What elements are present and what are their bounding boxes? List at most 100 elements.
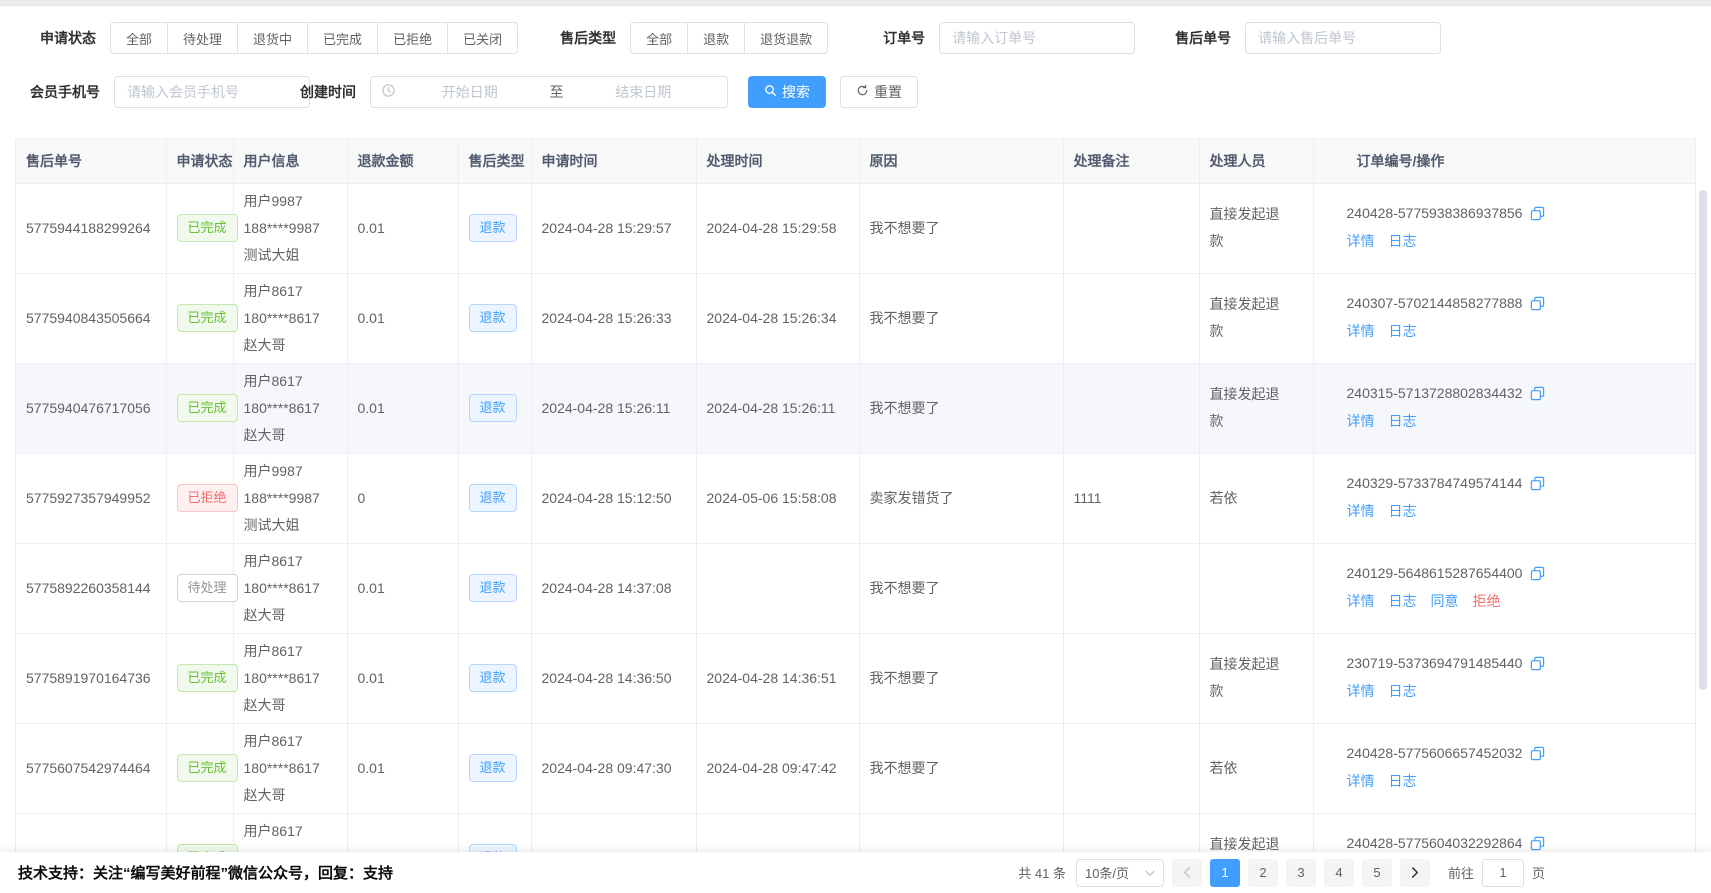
action-link-日志[interactable]: 日志 — [1389, 231, 1417, 251]
status-filter-option[interactable]: 已完成 — [307, 22, 378, 54]
col-handle-time: 处理时间 — [696, 139, 859, 183]
cell-aftersale-no — [16, 813, 166, 852]
action-link-详情[interactable]: 详情 — [1347, 681, 1375, 701]
action-link-日志[interactable]: 日志 — [1389, 771, 1417, 791]
action-link-详情[interactable]: 详情 — [1347, 411, 1375, 431]
action-link-同意[interactable]: 同意 — [1431, 591, 1459, 611]
copy-icon[interactable] — [1530, 476, 1545, 491]
copy-icon[interactable] — [1530, 206, 1545, 221]
action-link-详情[interactable]: 详情 — [1347, 591, 1375, 611]
copy-icon[interactable] — [1530, 296, 1545, 311]
row-action-links: 详情日志同意拒绝 — [1347, 590, 1687, 612]
cell-apply-time: 2024-04-28 15:26:33 — [531, 273, 696, 363]
type-badge: 退款 — [469, 754, 517, 782]
start-date-input[interactable]: 开始日期 — [396, 82, 544, 102]
cell-aftersale-no: 5775944188299264 — [16, 183, 166, 273]
page-size-select[interactable]: 10条/页 — [1076, 859, 1164, 887]
status-filter-label: 申请状态 — [40, 28, 96, 48]
status-filter-option[interactable]: 待处理 — [167, 22, 238, 54]
handler-text: 直接发起退款 — [1210, 201, 1286, 255]
table-row: 5775940476717056已完成用户8617180****8617赵大哥0… — [16, 363, 1696, 453]
next-page-button[interactable] — [1400, 859, 1430, 887]
cell-reason: 我不想要了 — [859, 723, 1063, 813]
end-date-input[interactable]: 结束日期 — [570, 82, 718, 102]
action-link-日志[interactable]: 日志 — [1389, 501, 1417, 521]
action-link-详情[interactable]: 详情 — [1347, 501, 1375, 521]
copy-icon[interactable] — [1530, 566, 1545, 581]
user-info-line: 用户8617 — [244, 278, 337, 305]
status-badge: 已完成 — [177, 754, 238, 782]
action-link-日志[interactable]: 日志 — [1389, 591, 1417, 611]
col-status: 申请状态 — [166, 139, 233, 183]
cell-handle-time: 2024-04-28 15:29:58 — [696, 183, 859, 273]
col-order-actions: 订单编号/操作 — [1313, 139, 1696, 183]
row-action-links: 详情日志 — [1347, 320, 1687, 342]
table-scrollbar[interactable] — [1699, 190, 1707, 690]
action-link-日志[interactable]: 日志 — [1389, 411, 1417, 431]
order-number: 240428-5775604032292864 — [1347, 835, 1523, 851]
cell-handle-time: 2024-04-28 15:26:34 — [696, 273, 859, 363]
reset-button[interactable]: 重置 — [840, 76, 918, 108]
member-phone-label: 会员手机号 — [30, 82, 100, 102]
handler-text: 若依 — [1210, 485, 1286, 512]
action-link-详情[interactable]: 详情 — [1347, 231, 1375, 251]
user-info-lines: 用户8617180****8617赵大哥 — [244, 728, 337, 809]
user-info-line: 测试大姐 — [244, 512, 337, 539]
copy-icon[interactable] — [1530, 656, 1545, 671]
status-filter-option[interactable]: 退货中 — [237, 22, 308, 54]
page-button-1[interactable]: 1 — [1210, 859, 1240, 887]
filter-row-2: 会员手机号 创建时间 开始日期 至 结束日期 搜索 — [40, 76, 1711, 108]
member-phone-input[interactable] — [114, 76, 310, 108]
type-badge: 退款 — [469, 484, 517, 512]
goto-page-input[interactable] — [1482, 859, 1524, 887]
action-link-日志[interactable]: 日志 — [1389, 681, 1417, 701]
order-no-label: 订单号 — [883, 28, 925, 48]
type-badge: 退款 — [469, 664, 517, 692]
clock-icon — [381, 83, 396, 101]
action-link-日志[interactable]: 日志 — [1389, 321, 1417, 341]
page-button-5[interactable]: 5 — [1362, 859, 1392, 887]
cell-aftersale-no: 5775892260358144 — [16, 543, 166, 633]
page-button-3[interactable]: 3 — [1286, 859, 1316, 887]
user-info-line: 用户8617 — [244, 728, 337, 755]
row-action-links: 详情日志 — [1347, 500, 1687, 522]
cell-type: 退款 — [458, 543, 531, 633]
cell-handler: 若依 — [1199, 723, 1313, 813]
copy-icon[interactable] — [1530, 746, 1545, 761]
cell-user-info: 用户8617 — [233, 813, 347, 852]
status-filter-option[interactable]: 已关闭 — [447, 22, 518, 54]
order-box: 240428-5775938386937856详情日志 — [1324, 202, 1687, 254]
aftersale-no-input[interactable] — [1245, 22, 1441, 54]
action-link-详情[interactable]: 详情 — [1347, 771, 1375, 791]
order-no-input[interactable] — [939, 22, 1135, 54]
type-filter-option[interactable]: 全部 — [630, 22, 688, 54]
col-type: 售后类型 — [458, 139, 531, 183]
status-badge: 已完成 — [177, 394, 238, 422]
status-filter-option[interactable]: 全部 — [110, 22, 168, 54]
status-badge: 已完成 — [177, 844, 238, 852]
cell-order-actions: 240428-5775938386937856详情日志 — [1313, 183, 1696, 273]
action-link-拒绝[interactable]: 拒绝 — [1473, 591, 1501, 611]
order-box: 240307-5702144858277888详情日志 — [1324, 292, 1687, 344]
table-row: 5775944188299264已完成用户9987188****9987测试大姐… — [16, 183, 1696, 273]
search-button[interactable]: 搜索 — [748, 76, 826, 108]
type-filter-option[interactable]: 退款 — [687, 22, 745, 54]
prev-page-button[interactable] — [1172, 859, 1202, 887]
action-link-详情[interactable]: 详情 — [1347, 321, 1375, 341]
cell-reason: 我不想要了 — [859, 363, 1063, 453]
cell-aftersale-no: 5775940843505664 — [16, 273, 166, 363]
order-box: 240315-5713728802834432详情日志 — [1324, 382, 1687, 434]
cell-aftersale-no: 5775940476717056 — [16, 363, 166, 453]
copy-icon[interactable] — [1530, 386, 1545, 401]
page-button-2[interactable]: 2 — [1248, 859, 1278, 887]
page-button-4[interactable]: 4 — [1324, 859, 1354, 887]
status-filter-option[interactable]: 已拒绝 — [377, 22, 448, 54]
cell-handle-remark — [1063, 723, 1199, 813]
user-info-line: 180****8617 — [244, 395, 337, 422]
create-time-range-picker[interactable]: 开始日期 至 结束日期 — [370, 76, 728, 108]
order-box: 240329-5733784749574144详情日志 — [1324, 472, 1687, 524]
cell-apply-time: 2024-04-28 09:47:30 — [531, 723, 696, 813]
handler-text: 若依 — [1210, 755, 1286, 782]
type-filter-option[interactable]: 退货退款 — [744, 22, 828, 54]
copy-icon[interactable] — [1530, 836, 1545, 851]
